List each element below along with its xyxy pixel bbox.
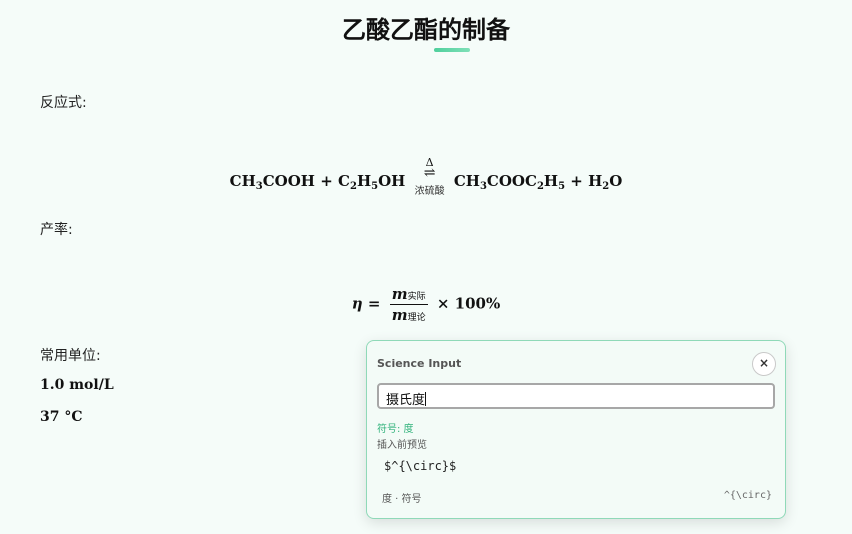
fraction-numerator: m实际 (389, 285, 428, 305)
input-text: 摄氏度 (386, 393, 426, 408)
equilibrium-arrow-icon: ⇌ (423, 165, 436, 181)
science-input-popup: Science Input × 摄氏度 符号: 度 插入前预览 $^{\circ… (366, 340, 786, 519)
reaction-label: 反应式: (40, 95, 87, 111)
catalyst-label: 浓硫酸 (414, 186, 445, 197)
page-title: 乙酸乙酯的制备 (342, 16, 510, 44)
reactant-ethanol: C2H5OH (338, 172, 406, 192)
popup-title: Science Input (377, 357, 462, 370)
unit-value-concentration: 1.0 mol/L (40, 377, 114, 393)
plus-sign: + (570, 172, 583, 190)
product-ethyl-acetate: CH3COOC2H5 (453, 172, 566, 192)
close-icon: × (758, 356, 770, 370)
symbol-match: 符号: 度 (377, 424, 414, 435)
close-button[interactable]: × (752, 352, 776, 376)
suggestion-item-code[interactable]: ^{\circ} (724, 490, 772, 501)
equals-sign: = (367, 294, 381, 313)
units-label: 常用单位: (40, 348, 101, 364)
yield-fraction: m实际 m理论 (389, 285, 428, 324)
preview-code: $^{\circ}$ (384, 459, 457, 473)
product-water: H2O (588, 172, 623, 192)
yield-label: 产率: (40, 222, 73, 238)
preview-label: 插入前预览 (377, 440, 427, 451)
unit-value-temperature: 37 °C (40, 409, 83, 425)
suggestion-item-label[interactable]: 度 · 符号 (382, 490, 422, 505)
plus-sign: + (320, 172, 333, 190)
yield-formula: η = m实际 m理论 × 100% (0, 285, 852, 324)
equilibrium-arrow: Δ ⇌ 浓硫酸 (413, 156, 447, 197)
fraction-denominator: m理论 (391, 306, 426, 324)
eta-symbol: η (351, 294, 363, 313)
title-underline (434, 48, 470, 52)
times-sign: × (436, 294, 450, 313)
reactant-acetic-acid: CH3COOH (229, 172, 315, 192)
reaction-equation: CH3COOH + C2H5OH Δ ⇌ 浓硫酸 CH3COOC2H5 + H2… (0, 156, 852, 197)
science-input-field[interactable]: 摄氏度 (377, 383, 775, 409)
percent-value: 100% (454, 294, 501, 313)
text-caret (425, 392, 427, 406)
